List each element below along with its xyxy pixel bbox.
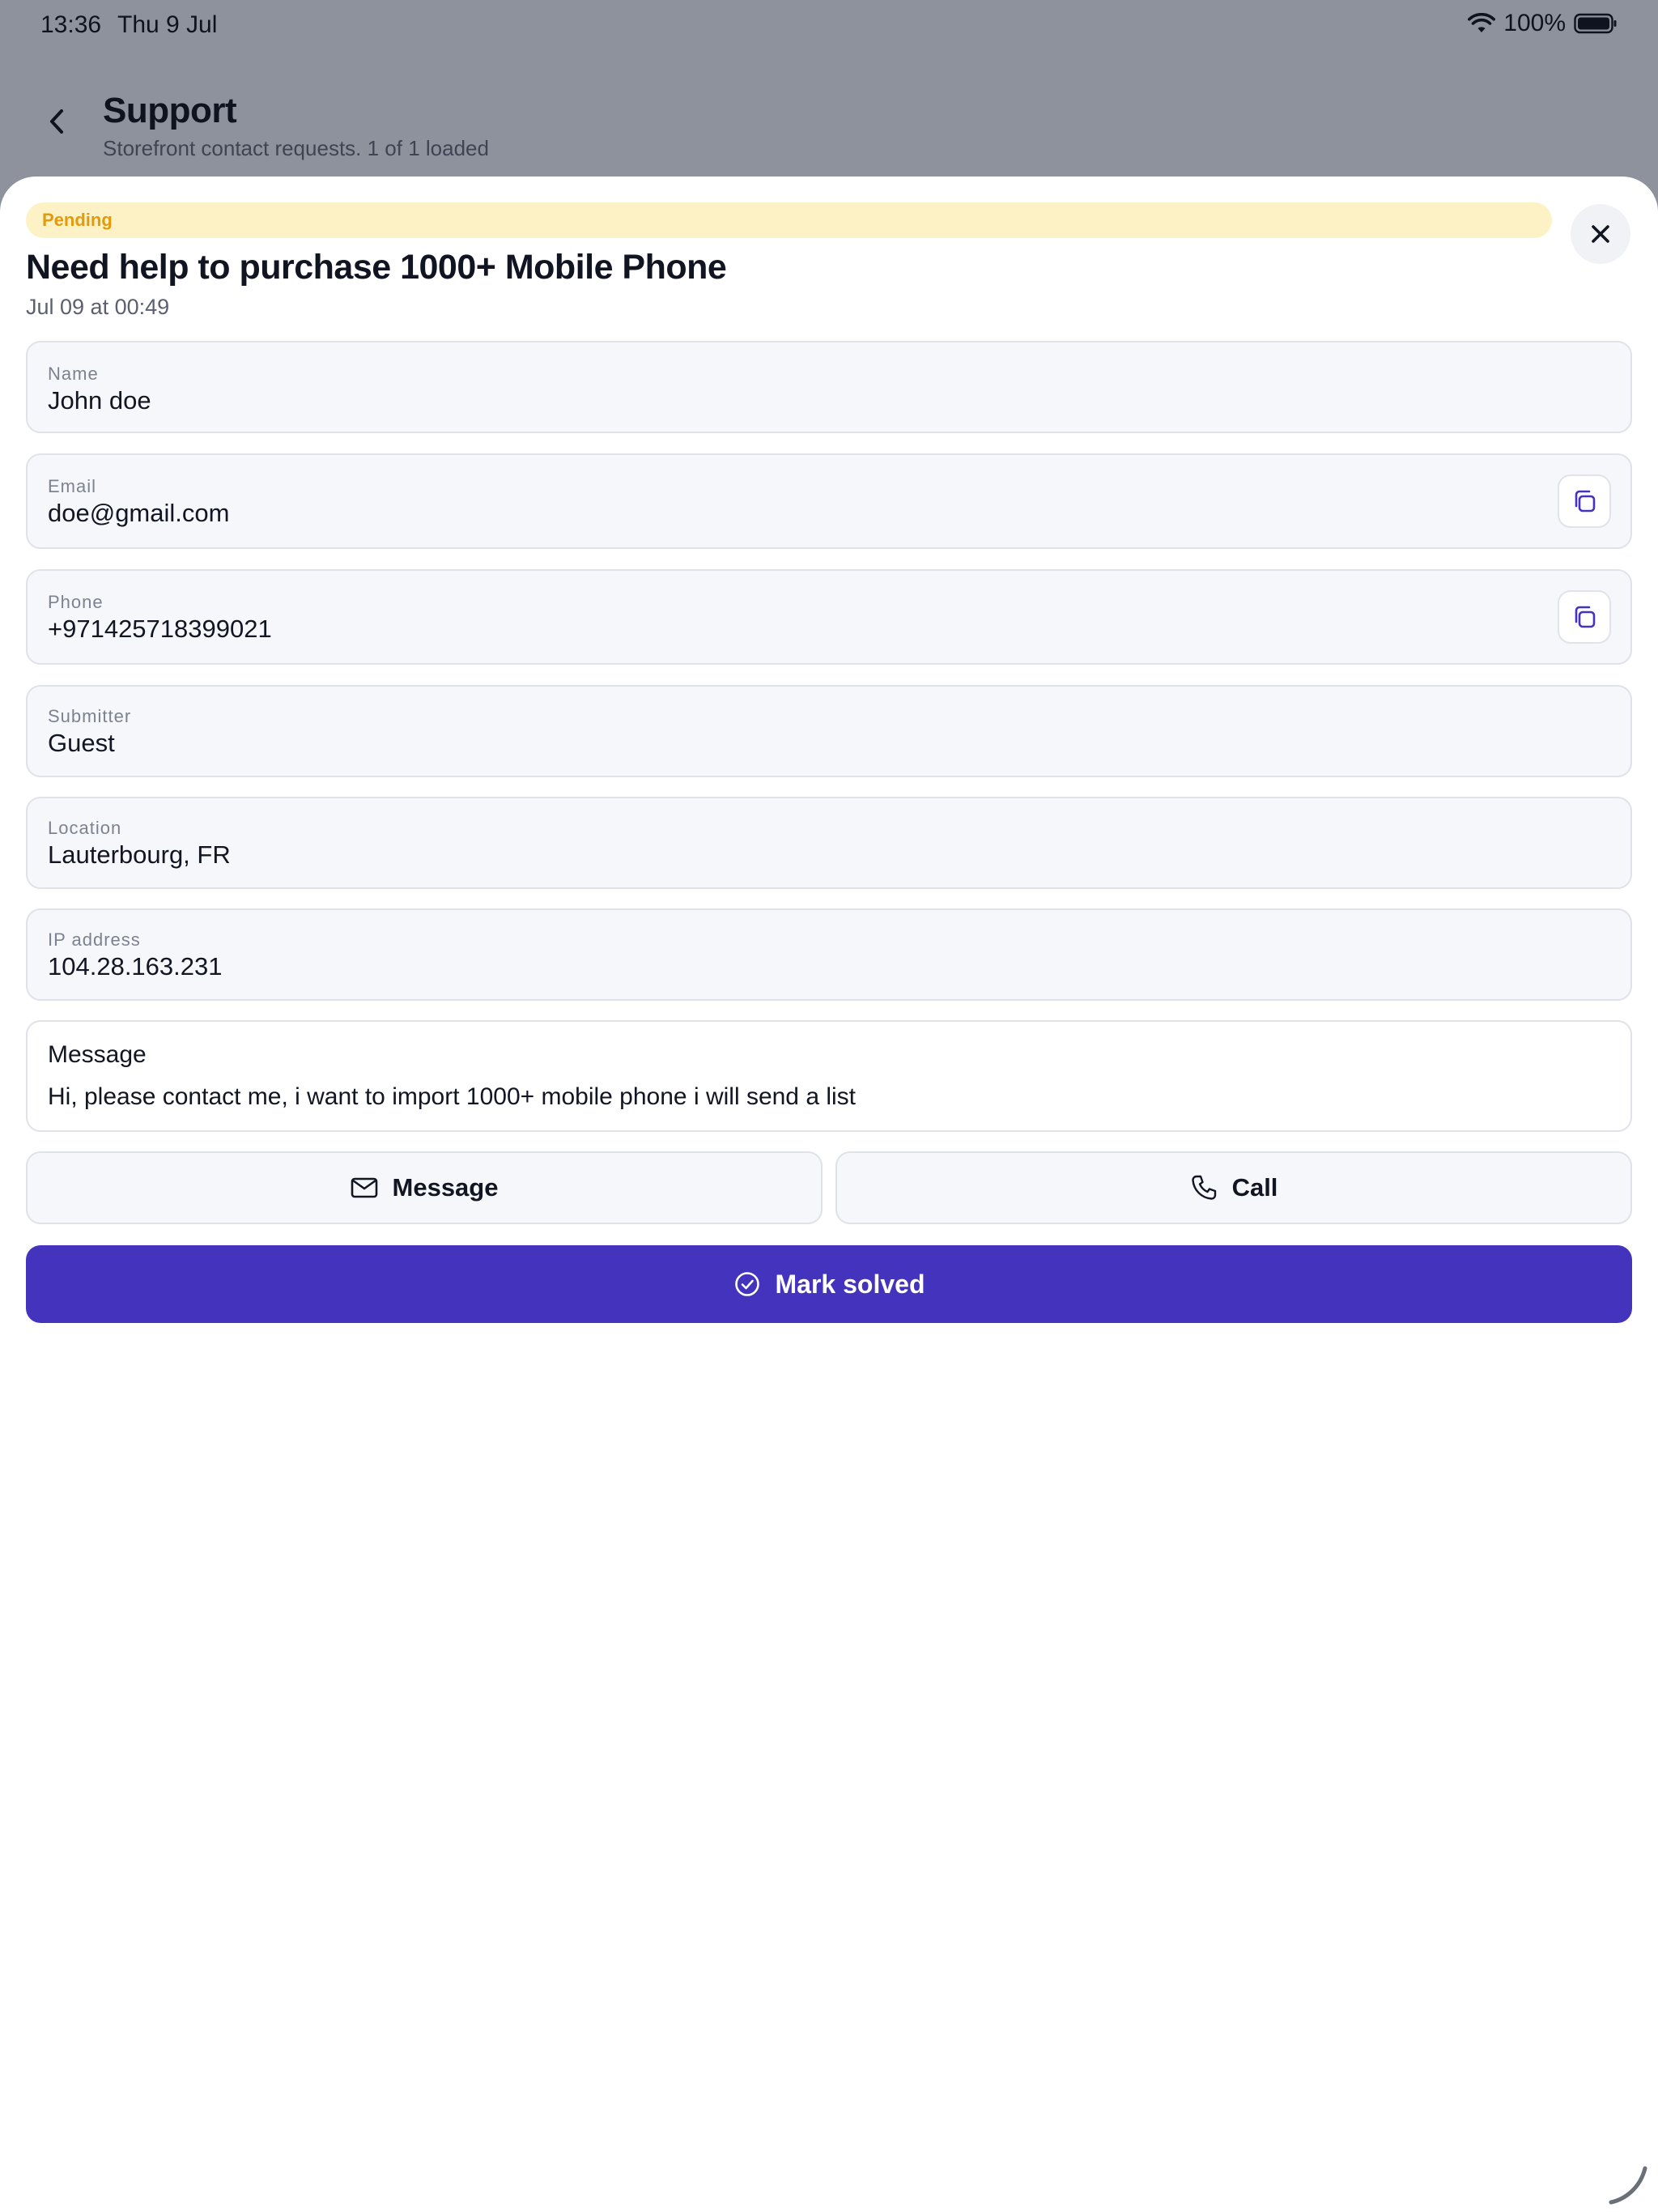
call-button[interactable]: Call [835,1151,1632,1224]
status-time: 13:36 [40,11,102,38]
field-value: Guest [48,729,115,757]
message-button-label: Message [392,1173,499,1202]
phone-icon [1191,1175,1216,1200]
field-value: 104.28.163.231 [48,952,223,981]
submitter-field: Submitter Guest [26,685,1632,777]
support-request-sheet: Pending Need help to purchase 1000+ Mobi… [0,177,1658,2212]
copy-icon [1575,490,1596,513]
status-badge: Pending [26,202,1552,238]
field-label: IP address [48,929,141,950]
call-button-label: Call [1231,1173,1278,1202]
request-date: Jul 09 at 00:49 [26,295,170,319]
wifi-icon [1468,13,1496,34]
location-field: Location Lauterbourg, FR [26,797,1632,889]
page-title: Support [103,91,237,130]
field-label: Email [48,476,97,496]
battery-percent: 100% [1503,10,1566,36]
battery-icon [1574,13,1618,34]
field-label: Submitter [48,706,132,726]
message-title: Message [48,1041,147,1068]
envelope-icon [351,1177,377,1198]
field-value: doe@gmail.com [48,499,230,527]
screen: 13:36 Thu 9 Jul 100% Support Storefront … [0,0,1658,2212]
ip-address-field: IP address 104.28.163.231 [26,908,1632,1001]
copy-phone-button[interactable] [1558,590,1611,644]
status-date: Thu 9 Jul [117,11,218,38]
copy-email-button[interactable] [1558,474,1611,528]
message-box: Message Hi, please contact me, i want to… [26,1020,1632,1132]
page-subtitle: Storefront contact requests. 1 of 1 load… [103,136,489,160]
field-value: John doe [48,386,151,415]
status-indicators: 100% [1468,10,1618,37]
field-value: Lauterbourg, FR [48,840,231,869]
support-header [0,81,1658,178]
message-button[interactable]: Message [26,1151,823,1224]
back-button[interactable] [39,104,74,139]
field-value: +971425718399021 [48,615,272,643]
status-bar: 13:36 Thu 9 Jul 100% [0,0,1658,52]
field-label: Phone [48,592,104,612]
name-field: Name John doe [26,341,1632,433]
chevron-left-icon [50,109,63,134]
close-button[interactable] [1571,204,1630,264]
copy-icon [1575,606,1596,628]
resize-handle-icon[interactable] [1608,2163,1650,2206]
mark-solved-button[interactable]: Mark solved [26,1245,1632,1323]
mark-solved-label: Mark solved [775,1269,925,1299]
request-title: Need help to purchase 1000+ Mobile Phone [26,248,727,287]
field-label: Location [48,818,122,838]
message-text: Hi, please contact me, i want to import … [48,1083,857,1110]
field-label: Name [48,364,99,384]
email-field: Email doe@gmail.com [26,453,1632,549]
phone-field: Phone +971425718399021 [26,569,1632,665]
check-circle-icon [734,1272,759,1296]
close-icon [1592,225,1609,243]
